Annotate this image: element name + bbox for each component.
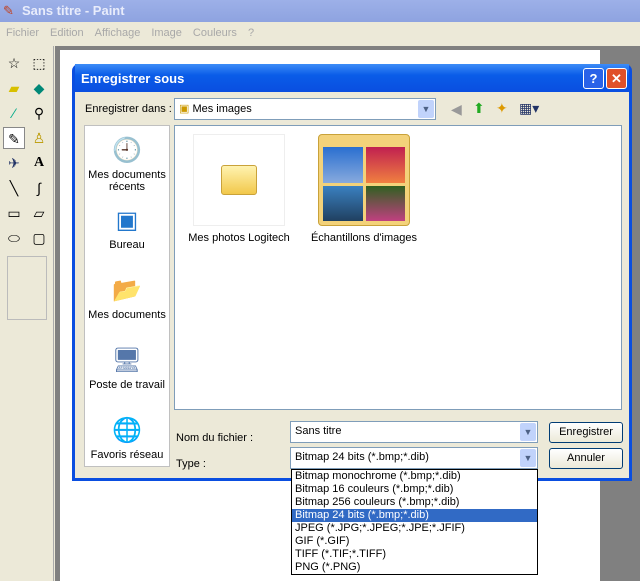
menu-affichage[interactable]: Affichage: [95, 27, 141, 39]
curve-icon[interactable]: ∫: [28, 177, 50, 199]
close-button[interactable]: ✕: [606, 68, 627, 89]
help-button[interactable]: ?: [583, 68, 604, 89]
place-desktop[interactable]: ▣ Bureau: [85, 206, 169, 251]
dialog-body: Enregistrer dans : ▣ Mes images ▼ ◀ ⬆ ✦ …: [75, 92, 629, 478]
file-list: Mes photos Logitech Échantillons d'image…: [174, 125, 622, 410]
type-dropdown-list: Bitmap monochrome (*.bmp;*.dib) Bitmap 1…: [291, 469, 538, 575]
type-option[interactable]: TIFF (*.TIF;*.TIFF): [292, 548, 537, 561]
paint-icon: ✎: [3, 3, 14, 18]
menu-couleurs[interactable]: Couleurs: [193, 27, 237, 39]
folder-icon: ▣: [179, 103, 190, 115]
place-label: Bureau: [109, 239, 145, 251]
place-my-documents[interactable]: 📂 Mes documents: [85, 276, 169, 321]
view-menu-icon[interactable]: ▦▾: [519, 100, 539, 117]
file-name: Mes photos Logitech: [188, 232, 290, 244]
file-item-folder[interactable]: Mes photos Logitech: [179, 134, 299, 244]
place-recent[interactable]: 🕘 Mes documents récents: [85, 136, 169, 193]
place-label: Mes documents récents: [88, 169, 166, 193]
airbrush-icon[interactable]: ✈: [3, 152, 25, 174]
up-folder-icon[interactable]: ⬆: [473, 100, 485, 117]
cancel-button[interactable]: Annuler: [549, 448, 623, 469]
menu-fichier[interactable]: Fichier: [6, 27, 39, 39]
app-title: Sans titre - Paint: [22, 3, 125, 18]
place-network[interactable]: 🌐 Favoris réseau: [85, 416, 169, 461]
text-icon[interactable]: A: [28, 152, 50, 174]
app-title-bar: Sans titre - Paint: [0, 0, 640, 22]
rect-select-icon[interactable]: ⬚: [28, 52, 50, 74]
rounded-rect-icon[interactable]: ▢: [28, 227, 50, 249]
save-in-combo[interactable]: ▣ Mes images ▼: [174, 98, 436, 120]
line-icon[interactable]: ╲: [3, 177, 25, 199]
magnifier-icon[interactable]: ⚲: [28, 102, 50, 124]
type-option[interactable]: JPEG (*.JPG;*.JPEG;*.JPE;*.JFIF): [292, 522, 537, 535]
type-option[interactable]: Bitmap 16 couleurs (*.bmp;*.dib): [292, 483, 537, 496]
place-my-computer[interactable]: 🖥 Poste de travail: [85, 346, 169, 391]
file-name: Échantillons d'images: [310, 232, 418, 244]
save-in-label: Enregistrer dans :: [85, 103, 172, 115]
free-select-icon[interactable]: ☆: [3, 52, 25, 74]
type-option-selected[interactable]: Bitmap 24 bits (*.bmp;*.dib): [292, 509, 537, 522]
tool-options: [7, 256, 47, 320]
ellipse-icon[interactable]: ⬭: [3, 227, 25, 249]
menu-bar: Fichier Edition Affichage Image Couleurs…: [0, 22, 640, 44]
network-icon: 🌐: [112, 417, 142, 444]
color-picker-icon[interactable]: ⁄: [3, 102, 25, 124]
folder-icon: [193, 134, 285, 226]
fill-icon[interactable]: ◆: [28, 77, 50, 99]
recent-documents-icon: 🕘: [112, 137, 142, 164]
menu-edition[interactable]: Edition: [50, 27, 84, 39]
save-button[interactable]: Enregistrer: [549, 422, 623, 443]
places-bar: 🕘 Mes documents récents ▣ Bureau 📂 Mes docu…: [84, 125, 170, 467]
menu-image[interactable]: Image: [151, 27, 182, 39]
rectangle-icon[interactable]: ▭: [3, 202, 25, 224]
type-option[interactable]: GIF (*.GIF): [292, 535, 537, 548]
filename-input[interactable]: Sans titre ▼: [290, 421, 538, 443]
eraser-icon[interactable]: ▰: [3, 77, 25, 99]
save-as-dialog: Enregistrer sous ? ✕ Enregistrer dans : …: [72, 64, 632, 481]
type-option[interactable]: Bitmap monochrome (*.bmp;*.dib): [292, 470, 537, 483]
save-in-value: Mes images: [192, 103, 252, 115]
place-label: Favoris réseau: [90, 449, 164, 461]
place-label: Mes documents: [88, 309, 166, 321]
polygon-icon[interactable]: ▱: [28, 202, 50, 224]
dialog-title: Enregistrer sous: [81, 71, 185, 86]
image-folder-icon: [318, 134, 410, 226]
menu-help[interactable]: ?: [248, 27, 254, 39]
my-computer-icon: 🖥: [111, 347, 143, 374]
filename-value: Sans titre: [295, 425, 342, 437]
file-item-sample-pictures[interactable]: Échantillons d'images: [304, 134, 424, 244]
back-icon[interactable]: ◀: [451, 101, 462, 118]
filename-label: Nom du fichier :: [176, 432, 254, 444]
chevron-down-icon[interactable]: ▼: [418, 100, 434, 118]
my-documents-icon: 📂: [112, 277, 142, 304]
brush-icon[interactable]: ♙: [28, 127, 50, 149]
pencil-icon[interactable]: ✎: [3, 127, 25, 149]
chevron-down-icon[interactable]: ▼: [520, 423, 536, 441]
type-option[interactable]: PNG (*.PNG): [292, 561, 537, 574]
desktop-icon: ▣: [115, 207, 139, 234]
dialog-title-bar: Enregistrer sous: [75, 64, 629, 92]
type-select[interactable]: Bitmap 24 bits (*.bmp;*.dib) ▼: [290, 447, 538, 469]
type-label: Type :: [176, 458, 206, 470]
type-option[interactable]: Bitmap 256 couleurs (*.bmp;*.dib): [292, 496, 537, 509]
new-folder-icon[interactable]: ✦: [496, 100, 508, 117]
type-value: Bitmap 24 bits (*.bmp;*.dib): [295, 451, 429, 463]
place-label: Poste de travail: [89, 379, 165, 391]
chevron-down-icon[interactable]: ▼: [520, 449, 536, 467]
